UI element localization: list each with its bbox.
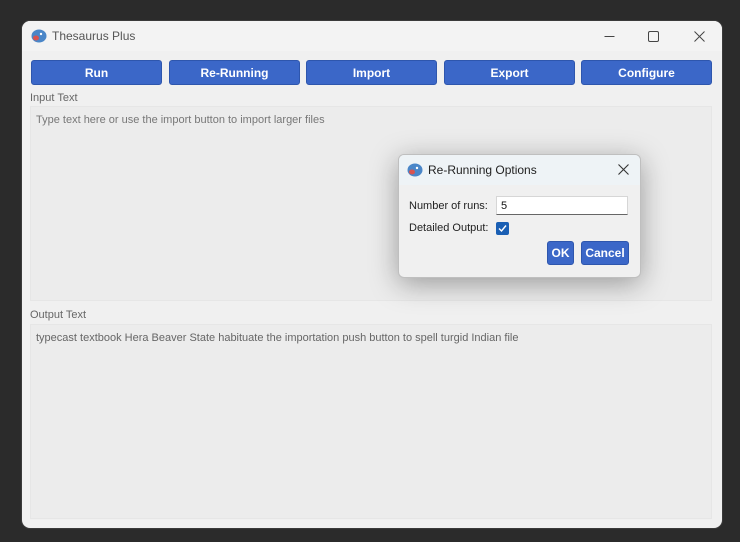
output-text-label: Output Text	[30, 309, 87, 321]
output-textarea[interactable]: typecast textbook Hera Beaver State habi…	[30, 324, 712, 519]
close-button[interactable]	[676, 21, 722, 51]
dialog-close-button[interactable]	[614, 160, 632, 178]
app-icon	[31, 29, 47, 43]
cancel-button[interactable]: Cancel	[581, 241, 629, 265]
toolbar: Run Re-Running Import Export Configure	[31, 60, 714, 85]
detailed-output-checkbox[interactable]	[496, 222, 509, 235]
close-icon	[693, 30, 705, 42]
minimize-button[interactable]	[586, 21, 632, 51]
maximize-button[interactable]	[630, 21, 676, 51]
window-title: Thesaurus Plus	[52, 29, 136, 43]
ok-button[interactable]: OK	[547, 241, 574, 265]
app-icon	[407, 163, 423, 177]
configure-button[interactable]: Configure	[581, 60, 712, 85]
number-of-runs-label: Number of runs:	[409, 200, 488, 212]
dialog-title: Re-Running Options	[428, 163, 537, 177]
maximize-icon	[647, 30, 659, 42]
close-icon	[617, 163, 629, 175]
detailed-output-label: Detailed Output:	[409, 222, 489, 234]
export-button[interactable]: Export	[444, 60, 575, 85]
import-button[interactable]: Import	[306, 60, 437, 85]
input-text-label: Input Text	[30, 92, 78, 104]
re-running-options-dialog: Re-Running Options Number of runs: 5 Det…	[398, 154, 641, 278]
dialog-title-bar[interactable]: Re-Running Options	[399, 155, 640, 185]
checkmark-icon	[498, 225, 507, 233]
number-of-runs-input[interactable]: 5	[496, 196, 628, 215]
title-bar[interactable]: Thesaurus Plus	[22, 21, 722, 51]
minimize-icon	[604, 35, 614, 37]
run-button[interactable]: Run	[31, 60, 162, 85]
re-running-button[interactable]: Re-Running	[169, 60, 300, 85]
